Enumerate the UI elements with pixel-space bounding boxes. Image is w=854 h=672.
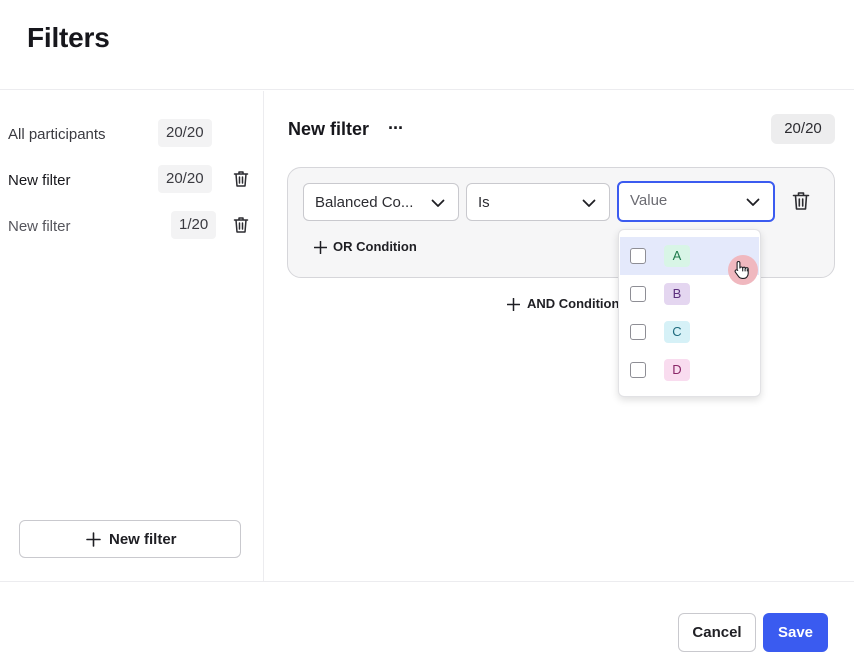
- dialog-header: Filters: [0, 0, 854, 90]
- plus-icon: [86, 532, 101, 547]
- operator-select-value: Is: [478, 194, 490, 211]
- value-select[interactable]: Value: [617, 181, 775, 222]
- and-condition-label: AND Condition: [527, 296, 620, 311]
- option-tag: A: [664, 245, 690, 267]
- operator-select[interactable]: Is: [466, 183, 610, 221]
- more-options-icon[interactable]: ···: [388, 118, 404, 139]
- trash-icon[interactable]: [233, 216, 249, 234]
- option-checkbox[interactable]: [630, 362, 646, 378]
- save-button[interactable]: Save: [763, 613, 828, 652]
- sidebar-item-label: All participants: [8, 126, 106, 143]
- chevron-down-icon: [746, 198, 760, 206]
- field-select-value: Balanced Co...: [315, 194, 414, 211]
- value-option-c[interactable]: C: [620, 313, 759, 351]
- and-condition-button[interactable]: AND Condition: [506, 296, 620, 316]
- sidebar-item-label: New filter: [8, 172, 71, 189]
- option-tag: C: [664, 321, 690, 343]
- option-checkbox[interactable]: [630, 286, 646, 302]
- sidebar-item-new-filter-2[interactable]: New filter 1/20: [0, 211, 264, 241]
- sidebar-item-all-participants[interactable]: All participants 20/20: [0, 119, 264, 149]
- or-condition-label: OR Condition: [333, 239, 417, 254]
- sidebar-item-new-filter-1[interactable]: New filter 20/20: [0, 165, 264, 195]
- option-checkbox[interactable]: [630, 324, 646, 340]
- option-tag: B: [664, 283, 690, 305]
- chevron-down-icon: [582, 199, 596, 207]
- page-title: Filters: [27, 22, 110, 53]
- dialog-footer: Cancel Save: [0, 581, 854, 672]
- filter-sidebar: All participants 20/20 New filter 20/20 …: [0, 91, 264, 581]
- filter-title[interactable]: New filter: [288, 119, 369, 140]
- sidebar-item-count: 20/20: [158, 165, 212, 193]
- pointer-cursor-icon: [728, 255, 758, 285]
- plus-icon: [314, 241, 327, 254]
- sidebar-item-label: New filter: [8, 218, 71, 235]
- cancel-button[interactable]: Cancel: [678, 613, 756, 652]
- value-option-d[interactable]: D: [620, 351, 759, 389]
- value-select-placeholder: Value: [630, 192, 668, 209]
- sidebar-item-count: 1/20: [171, 211, 217, 239]
- trash-icon[interactable]: [233, 170, 249, 188]
- plus-icon: [507, 298, 520, 311]
- new-filter-button[interactable]: New filter: [19, 520, 241, 558]
- field-select[interactable]: Balanced Co...: [303, 183, 459, 221]
- option-tag: D: [664, 359, 690, 381]
- value-dropdown-menu: A B C D: [618, 229, 761, 397]
- chevron-down-icon: [431, 199, 445, 207]
- sidebar-item-count: 20/20: [158, 119, 212, 147]
- filter-count-badge: 20/20: [771, 114, 835, 144]
- delete-condition-icon[interactable]: [792, 191, 810, 211]
- option-checkbox[interactable]: [630, 248, 646, 264]
- new-filter-label: New filter: [109, 531, 177, 548]
